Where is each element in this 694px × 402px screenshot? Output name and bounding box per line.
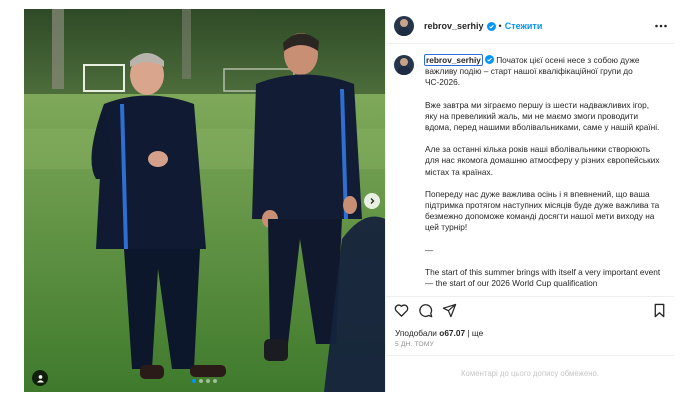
tagged-users-button[interactable]: [32, 370, 48, 386]
caption-divider: [386, 296, 674, 297]
caption-text: rebrov_serhiy Початок цієї осені несе з …: [424, 54, 662, 294]
caption-paragraph: The start of this summer brings with its…: [425, 266, 661, 289]
more-options-icon[interactable]: [654, 20, 668, 32]
username-link[interactable]: rebrov_serhiy: [424, 21, 484, 31]
caption-paragraph: Але за останні кілька років наші вболіва…: [425, 144, 660, 177]
verified-badge-icon: [486, 21, 496, 31]
carousel-dot[interactable]: [199, 379, 203, 383]
carousel-indicator: [192, 379, 217, 383]
caption-paragraph: —: [425, 244, 434, 255]
user-tag-icon: [36, 374, 44, 382]
carousel-dot[interactable]: [213, 379, 217, 383]
action-bar: [394, 303, 666, 319]
paper-plane-icon[interactable]: [442, 303, 457, 318]
post-media[interactable]: [24, 9, 385, 392]
heart-icon[interactable]: [394, 303, 409, 318]
carousel-next-button[interactable]: [364, 193, 380, 209]
comments-disabled-notice: Коментарі до цього допису обмежено.: [460, 369, 600, 378]
carousel-dot[interactable]: [206, 379, 210, 383]
avatar[interactable]: [394, 16, 414, 36]
caption-paragraph: Попереду нас дуже важлива осінь і я впев…: [425, 188, 660, 233]
post-timestamp[interactable]: 5 ДН. ТОМУ: [395, 341, 434, 348]
post-photo: [24, 9, 385, 392]
post-side-panel: rebrov_serhiy • Стежити rebrov_serhiy По…: [385, 9, 674, 392]
caption-area: rebrov_serhiy Початок цієї осені несе з …: [386, 44, 674, 294]
follow-button[interactable]: Стежити: [505, 21, 543, 31]
carousel-dot[interactable]: [192, 379, 196, 383]
bookmark-icon[interactable]: [652, 303, 667, 318]
caption-username-link[interactable]: rebrov_serhiy: [424, 54, 483, 66]
separator-dot: •: [498, 21, 502, 31]
chevron-right-icon: [370, 198, 375, 204]
likes-count[interactable]: Уподобали o67.07 | ще: [395, 328, 483, 338]
post-header: rebrov_serhiy • Стежити: [386, 9, 674, 43]
caption-paragraph: Вже завтра ми зіграємо першу із шести на…: [425, 99, 660, 133]
caption-avatar[interactable]: [394, 55, 414, 75]
caption-paragraph: rebrov_serhiy Початок цієї осені несе з …: [424, 54, 640, 88]
instagram-post: rebrov_serhiy • Стежити rebrov_serhiy По…: [24, 9, 674, 392]
footer-divider: [386, 355, 674, 356]
comment-bubble-icon[interactable]: [418, 303, 433, 318]
verified-badge-icon: [484, 55, 494, 64]
